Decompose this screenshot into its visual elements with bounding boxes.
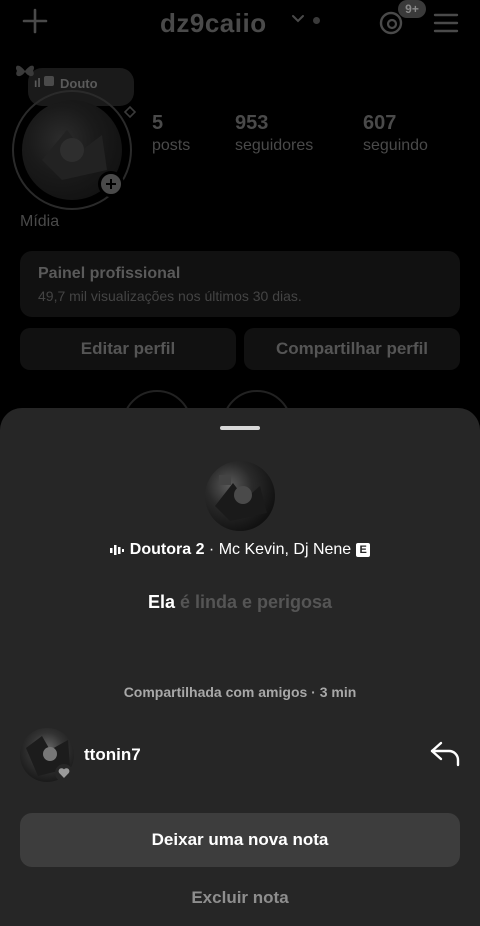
note-bottom-sheet: Doutora 2 · Mc Kevin, Dj Nene E Ela é lin…: [0, 408, 480, 926]
song-info: Doutora 2 · Mc Kevin, Dj Nene E: [0, 541, 480, 559]
stat-following[interactable]: 607 seguindo: [363, 112, 428, 155]
explicit-icon: [44, 76, 54, 86]
reply-username[interactable]: ttonin7: [84, 745, 141, 765]
reply-arrow-icon[interactable]: [429, 739, 461, 767]
link-icon: [123, 105, 137, 119]
stat-followers-label: seguidores: [235, 137, 314, 154]
stat-followers[interactable]: 953 seguidores: [235, 112, 313, 155]
equalizer-icon: [109, 544, 124, 555]
chevron-down-icon[interactable]: [291, 14, 305, 24]
stat-following-label: seguindo: [363, 137, 428, 154]
stat-posts-value: 5: [152, 112, 164, 134]
explicit-badge: E: [356, 542, 371, 557]
lyric-rest: é linda e perigosa: [174, 592, 333, 612]
heart-badge: [55, 764, 73, 782]
profile-username[interactable]: dz9caiio: [160, 8, 267, 39]
notification-badge: 9+: [398, 0, 426, 18]
profile-category: Mídia: [20, 213, 60, 230]
share-profile-button[interactable]: Compartilhar perfil: [244, 328, 460, 370]
note-preview-text: Douto: [60, 76, 98, 91]
add-story-button[interactable]: [98, 171, 124, 197]
plus-icon[interactable]: [22, 8, 48, 34]
song-title: Doutora 2: [129, 541, 205, 558]
heart-icon: [58, 768, 70, 778]
stat-following-value: 607: [363, 112, 397, 134]
edit-profile-button[interactable]: Editar perfil: [20, 328, 236, 370]
dashboard-subtitle: 49,7 mil visualizações nos últimos 30 di…: [38, 288, 302, 304]
top-bar: dz9caiio 9+: [0, 0, 480, 46]
song-lyric: Ela é linda e perigosa: [0, 592, 480, 613]
dashboard-title: Painel profissional: [38, 265, 181, 282]
album-art: [215, 475, 267, 521]
professional-dashboard[interactable]: Painel profissional 49,7 mil visualizaçõ…: [20, 251, 460, 317]
stat-posts[interactable]: 5 posts: [152, 112, 190, 155]
shared-audience-text: Compartilhada com amigos · 3 min: [123, 684, 357, 700]
sheet-drag-handle[interactable]: [220, 426, 260, 430]
lyric-active: Ela: [147, 592, 175, 612]
status-dot: [313, 17, 320, 24]
song-artist: · Mc Kevin, Dj Nene: [208, 541, 352, 558]
stat-followers-value: 953: [235, 112, 269, 134]
menu-icon[interactable]: [433, 12, 459, 34]
equalizer-icon: ıl: [34, 76, 41, 90]
stat-posts-label: posts: [152, 137, 191, 154]
delete-note-button[interactable]: Excluir nota: [0, 888, 480, 908]
new-note-button[interactable]: Deixar uma nova nota: [20, 813, 460, 867]
song-album-art[interactable]: [205, 461, 275, 531]
